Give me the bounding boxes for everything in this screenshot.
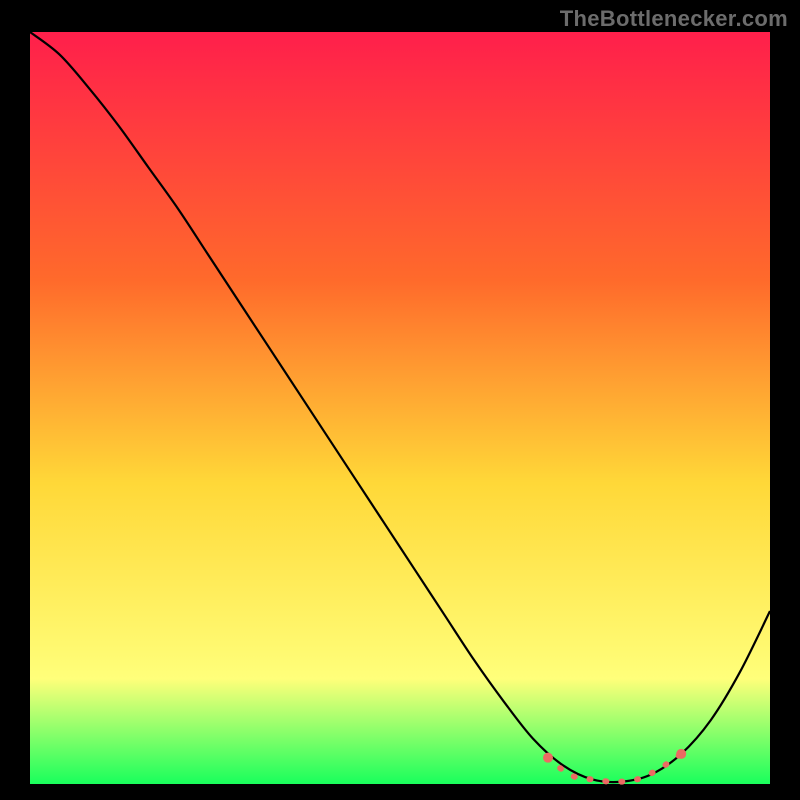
chart-stage: TheBottlenecker.com [0, 0, 800, 800]
bottleneck-curve [30, 32, 770, 782]
highlight-endpoint [676, 749, 686, 759]
watermark-text: TheBottlenecker.com [560, 6, 788, 32]
highlight-endpoint [543, 753, 553, 763]
chart-svg [0, 0, 800, 800]
